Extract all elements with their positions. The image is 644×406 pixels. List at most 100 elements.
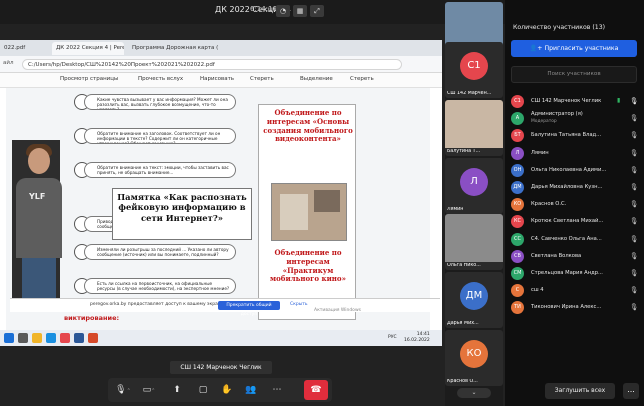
avatar: ТИ [511,301,524,315]
participant-row[interactable]: ОН Ольга Николаевна Адими... 🎙 [505,162,644,179]
participant-avatar: Л [460,168,488,196]
avatar: КС [511,215,524,229]
mic-off-icon[interactable]: 🎙 [629,269,639,277]
stop-sharing-button[interactable]: Прекратить общий доступ [218,301,280,317]
address-input[interactable]: C:/Users/hp/Desktop/СШ%20142%20Проект%20… [22,59,402,70]
mic-off-icon[interactable]: 🎙 [629,217,639,225]
avatar: СВ [511,249,524,263]
avatar: С1 [511,95,524,108]
shield-icon[interactable]: ◔ [276,5,290,17]
toolbar-erase-2[interactable]: Стереть [350,76,374,82]
hide-link[interactable]: Скрыть [290,302,308,307]
participant-row[interactable]: ТИ Тиконович Ирина Алекс... 🎙 [505,299,644,316]
boy-image: YLF [12,140,62,300]
folder-icon[interactable] [32,333,42,343]
grid-icon[interactable]: ▦ [293,5,307,17]
mic-off-icon[interactable]: 🎙 [629,131,639,139]
participant-row[interactable]: КО Краснов О.С. 🎙 [505,196,644,213]
camera-off-icon[interactable]: ▭⌃ [138,380,160,400]
video-thumbnail[interactable]: Л Лямин [445,158,503,214]
participants-icon[interactable]: 👥 [240,380,262,400]
toolbar-draw[interactable]: Нарисовать [200,76,234,82]
windows-start-icon[interactable] [4,333,14,343]
camera-icon[interactable]: ▮ [617,97,627,104]
question-item: Обратите внимание на заголовок. Соответс… [84,128,236,144]
fullscreen-icon[interactable]: ⤢ [310,5,324,17]
avatar: СМ [511,266,524,280]
toolbar-read-aloud[interactable]: Прочесть вслух [138,76,183,82]
search-icon[interactable] [18,333,28,343]
edge-icon[interactable] [46,333,56,343]
windows-taskbar: РУС 14:41 16.02.2022 [0,330,442,346]
mic-off-icon[interactable]: 🎙 [629,149,639,157]
mic-off-icon[interactable]: 🎙 [629,252,639,260]
participant-search-input[interactable]: Поиск участников [511,66,637,83]
participant-name: Стрельцова Мария Андр... [531,269,603,276]
participant-list: С1 СШ 142 Марченок Чеглик ▮ 🎙 А Админист… [505,93,644,316]
avatar: СС [511,232,524,246]
chat-icon[interactable]: ▢ [192,380,214,400]
red-heading-fragment: виктирование: [64,314,120,322]
club-title-2: Объединение по интересам «Практикум моби… [270,248,346,284]
mic-off-icon[interactable]: 🎙 [629,286,639,294]
mic-off-icon[interactable]: 🎙 [629,303,639,311]
screen-share-icon[interactable]: ⬆ [166,380,188,400]
opera-icon[interactable] [60,333,70,343]
mute-all-button[interactable]: Заглушить всех [545,383,615,399]
video-thumbnail[interactable]: КО Краснов О... [445,330,503,386]
participant-avatar: ДМ [460,282,488,310]
browser-tab-active[interactable]: ДК 2022 Секция 4 | Peregov [52,42,124,55]
participant-row[interactable]: Л Лямин 🎙 [505,145,644,162]
toolbar-view[interactable]: Просмотр страницы [60,76,118,82]
browser-tab[interactable]: Программа Дорожная карта ( [128,42,220,55]
video-thumbnail[interactable]: ДМ Дарья Мих... [445,272,503,328]
question-item: Какие чувства вызывает у вас информация?… [84,94,236,110]
avatar: КО [511,198,524,212]
video-thumbnail[interactable]: Балутина Т... [445,100,503,156]
raise-hand-icon[interactable]: ✋ [216,380,238,400]
toolbar-erase[interactable]: Стереть [250,76,274,82]
more-options-button[interactable]: ... [623,383,639,399]
video-thumbnail[interactable]: С1 СШ 142 Марчен... [445,42,503,98]
participant-row[interactable]: СМ Стрельцова Мария Андр... 🎙 [505,265,644,282]
windows-watermark: Активация Windows [314,308,361,313]
mic-off-icon[interactable]: 🎙⌃ [112,380,134,400]
video-thumbnail[interactable]: Ольга Нико... [445,214,503,270]
browser-address-bar: айл C:/Users/hp/Desktop/СШ%20142%20Проек… [0,56,442,73]
more-options-icon[interactable]: ⋯ [266,380,288,400]
participant-row[interactable]: А Администратор (я) Модератор 🎙 [505,110,644,127]
participant-role: Модератор [531,119,557,125]
mic-icon[interactable]: 🎙 [629,97,639,105]
participant-name: Администратор (я) [531,111,583,118]
participant-row[interactable]: ДМ Дарья Михайловна Кузн... 🎙 [505,179,644,196]
question-item: Есть ли ссылка на первоисточник, на офиц… [84,278,236,294]
mic-off-icon[interactable]: 🎙 [629,166,639,174]
mic-off-icon[interactable]: 🎙 [629,114,639,122]
club-title-1: Объединение по интересам «Основы создани… [263,108,353,144]
participant-row[interactable]: КС Кротюк Светлана Михай... 🎙 [505,213,644,230]
invite-participant-button[interactable]: 👤+ Пригласить участника [511,40,637,57]
thumbnail-label: Балутина Т... [447,149,481,154]
mic-off-icon[interactable]: 🎙 [629,235,639,243]
file-label: айл [3,60,14,66]
mic-off-icon[interactable]: 🎙 [629,183,639,191]
mic-off-icon[interactable]: 🎙 [629,200,639,208]
powerpoint-icon[interactable] [88,333,98,343]
participant-row[interactable]: СС С4. Савченко Ольга Ана... 🎙 [505,231,644,248]
thumbnail-label: Лямин [447,207,464,212]
end-call-icon[interactable]: ☎ [304,380,328,400]
participant-video [445,214,503,262]
share-notification-text: peregov.orka.by предоставляет доступ к в… [90,302,224,307]
clock-date: 16.02.2022 [404,337,430,343]
conference-top-bar: ДК 2022 Секция 4 6:14:16 ◔ ▦ ⤢ [0,0,505,24]
avatar: Л [511,146,524,160]
toolbar-highlight[interactable]: Выделение [300,76,333,82]
participant-row[interactable]: БТ Балутина Татьяна Влад... 🎙 [505,127,644,144]
chevron-down-icon[interactable]: ⌄ [457,388,491,398]
participant-row[interactable]: С1 СШ 142 Марченок Чеглик ▮ 🎙 [505,93,644,110]
participant-row[interactable]: СВ Светлана Волкова 🎙 [505,248,644,265]
clubs-panel: Объединение по интересам «Основы создани… [258,104,356,320]
browser-tab[interactable]: 022.pdf [0,42,48,55]
word-icon[interactable] [74,333,84,343]
participant-row[interactable]: С сш 4 🎙 [505,282,644,299]
